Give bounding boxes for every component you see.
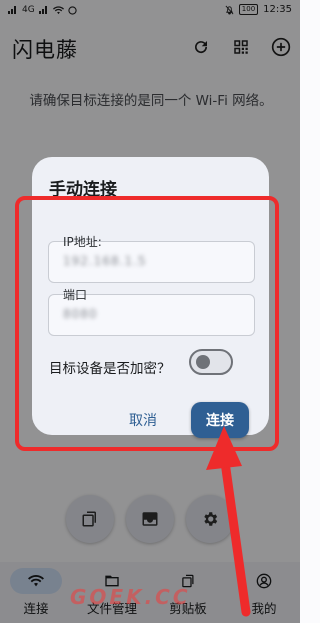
watermark: GOEK.CC <box>70 585 191 609</box>
annotation-arrow <box>206 426 251 617</box>
